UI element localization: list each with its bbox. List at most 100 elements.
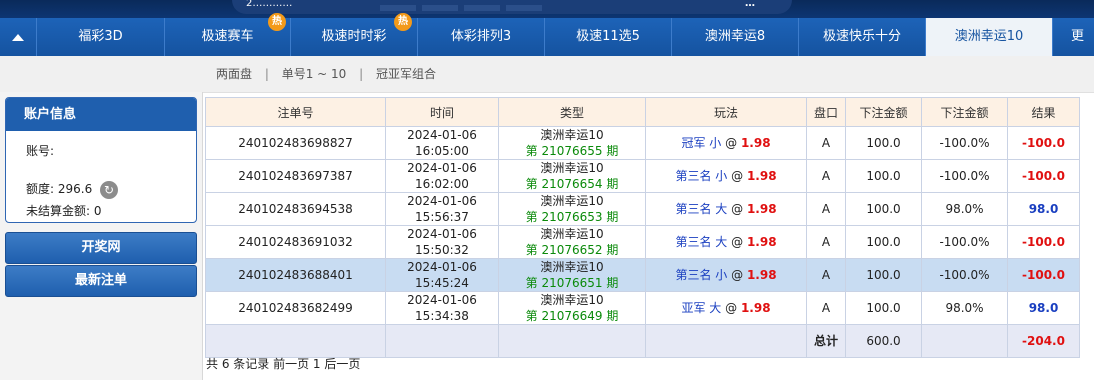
- tab-label: 极速时时彩: [321, 29, 387, 44]
- tab-jisu-shishicai[interactable]: 极速时时彩 热: [291, 13, 418, 56]
- top-left-text: 2…………: [246, 0, 293, 9]
- bet-type-cell: 澳洲幸运10 第 21076655 期: [498, 126, 646, 160]
- table-row[interactable]: 240102483688401 2024-01-06 15:45:24 澳洲幸运10 第…: [205, 258, 1080, 292]
- bet-issue: 第 21076653 期: [525, 210, 619, 224]
- bet-position: 第三名: [675, 169, 712, 183]
- bet-percent: 98.0%: [921, 291, 1008, 325]
- sub-nav-bar: 两面盘 | 单号1 ~ 10 | 冠亚军组合: [0, 56, 1094, 93]
- bet-at: @: [731, 169, 744, 183]
- tab-aozhou-xingyun10[interactable]: 澳洲幸运10: [926, 18, 1053, 56]
- bet-time-cell: 2024-01-06 15:45:24: [385, 258, 499, 292]
- bet-game: 澳洲幸运10: [540, 293, 604, 307]
- unsettled-label: 未结算金额:: [26, 204, 91, 218]
- bet-odds: 1.98: [746, 235, 777, 249]
- bet-pick: 大: [715, 202, 728, 216]
- credit-label: 额度:: [26, 182, 55, 196]
- bet-percent: -100.0%: [921, 258, 1008, 292]
- bet-pan: A: [806, 258, 846, 292]
- col-header-result: 结果: [1007, 97, 1080, 127]
- tab-label: 极速赛车: [201, 29, 254, 44]
- table-row[interactable]: 240102483697387 2024-01-06 16:02:00 澳洲幸运10 第…: [205, 159, 1080, 193]
- bet-game: 澳洲幸运10: [540, 161, 604, 175]
- tab-ticai-pailie3[interactable]: 体彩排列3: [418, 18, 545, 56]
- bet-pan: A: [806, 126, 846, 160]
- bet-issue: 第 21076652 期: [525, 243, 619, 257]
- col-header-time: 时间: [385, 97, 499, 127]
- collapse-arrow-icon[interactable]: [0, 18, 37, 56]
- bet-type-cell: 澳洲幸运10 第 21076652 期: [498, 225, 646, 259]
- bet-at: @: [725, 301, 738, 315]
- tab-fucai3d[interactable]: 福彩3D: [37, 18, 165, 56]
- left-sidebar: 账户信息 账号: 额度: 296.6 ↻ 未结算金额: 0 开奖网 最新注单: [0, 92, 203, 380]
- refresh-icon[interactable]: ↻: [100, 180, 119, 199]
- account-info-title: 账户信息: [6, 98, 196, 131]
- bet-play-cell: 冠军 小 @ 1.98: [645, 126, 807, 160]
- tab-jisu-kuaile-shifen[interactable]: 极速快乐十分: [799, 18, 926, 56]
- col-header-bet-id: 注单号: [205, 97, 386, 127]
- col-header-play: 玩法: [645, 97, 807, 127]
- bet-id: 240102483697387: [205, 159, 386, 193]
- tab-label: 澳洲幸运8: [704, 29, 766, 44]
- bet-result: -100.0: [1007, 126, 1080, 160]
- total-label: 总计: [806, 324, 846, 358]
- bet-pick: 小: [715, 169, 728, 183]
- bet-amount: 100.0: [845, 192, 922, 226]
- bet-issue: 第 21076655 期: [525, 144, 619, 158]
- unsettled-row: 未结算金额: 0: [26, 202, 102, 219]
- bet-result: 98.0: [1007, 192, 1080, 226]
- tab-more[interactable]: 更多: [1053, 18, 1094, 82]
- table-row[interactable]: 240102483698827 2024-01-06 16:05:00 澳洲幸运10 第…: [205, 126, 1080, 160]
- bet-percent: 98.0%: [921, 192, 1008, 226]
- bet-odds: 1.98: [740, 136, 771, 150]
- subnav-separator: |: [359, 67, 364, 81]
- col-header-amount: 下注金额: [845, 97, 922, 127]
- tab-aozhou-xingyun8[interactable]: 澳洲幸运8: [672, 18, 799, 56]
- draw-results-button[interactable]: 开奖网: [5, 232, 197, 264]
- bet-date: 2024-01-06: [407, 194, 477, 208]
- bet-time: 15:45:24: [415, 276, 469, 290]
- bet-type-cell: 澳洲幸运10 第 21076649 期: [498, 291, 646, 325]
- credit-row: 额度: 296.6 ↻: [26, 180, 119, 199]
- bets-table: 注单号 时间 类型 玩法 盘口 下注金额 下注金额 结果 24010248369…: [205, 97, 1080, 358]
- bet-amount: 100.0: [845, 225, 922, 259]
- bet-percent: -100.0%: [921, 126, 1008, 160]
- subnav-danhao[interactable]: 单号1 ~ 10: [282, 67, 347, 81]
- col-header-type: 类型: [498, 97, 646, 127]
- table-row[interactable]: 240102483691032 2024-01-06 15:50:32 澳洲幸运10 第…: [205, 225, 1080, 259]
- table-row[interactable]: 240102483694538 2024-01-06 15:56:37 澳洲幸运10 第…: [205, 192, 1080, 226]
- bet-pick: 小: [709, 136, 722, 150]
- bet-time-cell: 2024-01-06 16:02:00: [385, 159, 499, 193]
- subnav-guanyajun[interactable]: 冠亚军组合: [376, 67, 436, 81]
- pagination[interactable]: 共 6 条记录 前一页 1 后一页: [206, 355, 360, 372]
- table-row[interactable]: 240102483682499 2024-01-06 15:34:38 澳洲幸运10 第…: [205, 291, 1080, 325]
- bet-id: 240102483694538: [205, 192, 386, 226]
- total-amount: 600.0: [845, 324, 922, 358]
- bet-odds: 1.98: [746, 169, 777, 183]
- bet-time-cell: 2024-01-06 15:50:32: [385, 225, 499, 259]
- bet-position: 第三名: [675, 202, 712, 216]
- tab-jisu-11xuan5[interactable]: 极速11选5: [545, 18, 672, 56]
- bet-pan: A: [806, 159, 846, 193]
- bet-amount: 100.0: [845, 291, 922, 325]
- bet-result: -100.0: [1007, 258, 1080, 292]
- bet-amount: 100.0: [845, 159, 922, 193]
- table-header-row: 注单号 时间 类型 玩法 盘口 下注金额 下注金额 结果: [205, 97, 1080, 127]
- latest-bets-button[interactable]: 最新注单: [5, 265, 197, 297]
- bet-time: 15:56:37: [415, 210, 469, 224]
- bet-pan: A: [806, 291, 846, 325]
- bet-pick: 大: [709, 301, 722, 315]
- bet-date: 2024-01-06: [407, 128, 477, 142]
- subnav-separator: |: [264, 67, 269, 81]
- tab-label: 福彩3D: [78, 29, 123, 44]
- bet-result: 98.0: [1007, 291, 1080, 325]
- bet-issue: 第 21076654 期: [525, 177, 619, 191]
- account-info-panel: 账户信息 账号: 额度: 296.6 ↻ 未结算金额: 0: [5, 97, 197, 223]
- bet-time-cell: 2024-01-06 15:34:38: [385, 291, 499, 325]
- subnav-liangmianpan[interactable]: 两面盘: [216, 67, 252, 81]
- bet-position: 第三名: [675, 268, 712, 282]
- bet-time-cell: 2024-01-06 16:05:00: [385, 126, 499, 160]
- bet-position: 亚军: [681, 301, 706, 315]
- bet-date: 2024-01-06: [407, 227, 477, 241]
- bet-pan: A: [806, 192, 846, 226]
- tab-jisu-saiche[interactable]: 极速赛车 热: [165, 13, 291, 56]
